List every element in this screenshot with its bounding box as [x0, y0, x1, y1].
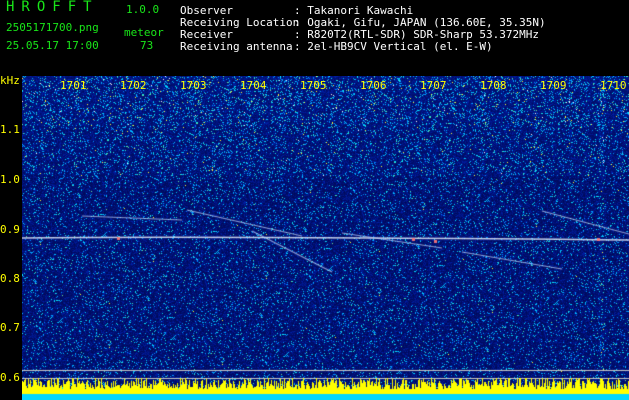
x-tick-label: 1708 [480, 79, 507, 92]
x-tick-label: 1702 [120, 79, 147, 92]
x-tick-label: 1709 [540, 79, 567, 92]
y-tick-label: 0.7 [0, 321, 20, 334]
x-tick-label: 1706 [360, 79, 387, 92]
y-tick-label: 0.8 [0, 272, 20, 285]
x-tick-label: 1705 [300, 79, 327, 92]
antenna-key: Receiving antenna [180, 40, 293, 53]
x-tick-label: 1703 [180, 79, 207, 92]
app-logo: HROFFT [6, 0, 99, 15]
x-tick-label: 1710 [600, 79, 627, 92]
file-name: 2505171700.png [6, 21, 99, 34]
app-version: 1.0.0 [126, 3, 160, 16]
detection-label: meteor [124, 26, 164, 39]
header-panel: HROFFT 1.0.0 2505171700.png 25.05.17 17:… [0, 0, 629, 75]
y-tick-label: 0.9 [0, 223, 20, 236]
x-tick-label: 1704 [240, 79, 267, 92]
y-tick-label: 1.0 [0, 173, 20, 186]
antenna-value: : 2el-HB9CV Vertical (el. E-W) [294, 40, 493, 53]
axis-unit-label: kHz [0, 74, 20, 87]
spectrogram-canvas [22, 76, 629, 400]
y-tick-label: 1.1 [0, 123, 20, 136]
detection-count: 73 [140, 39, 154, 52]
file-datetime: 25.05.17 17:00 [6, 39, 99, 52]
x-tick-label: 1701 [60, 79, 87, 92]
y-tick-label: 0.6 [0, 371, 20, 384]
x-tick-label: 1707 [420, 79, 447, 92]
